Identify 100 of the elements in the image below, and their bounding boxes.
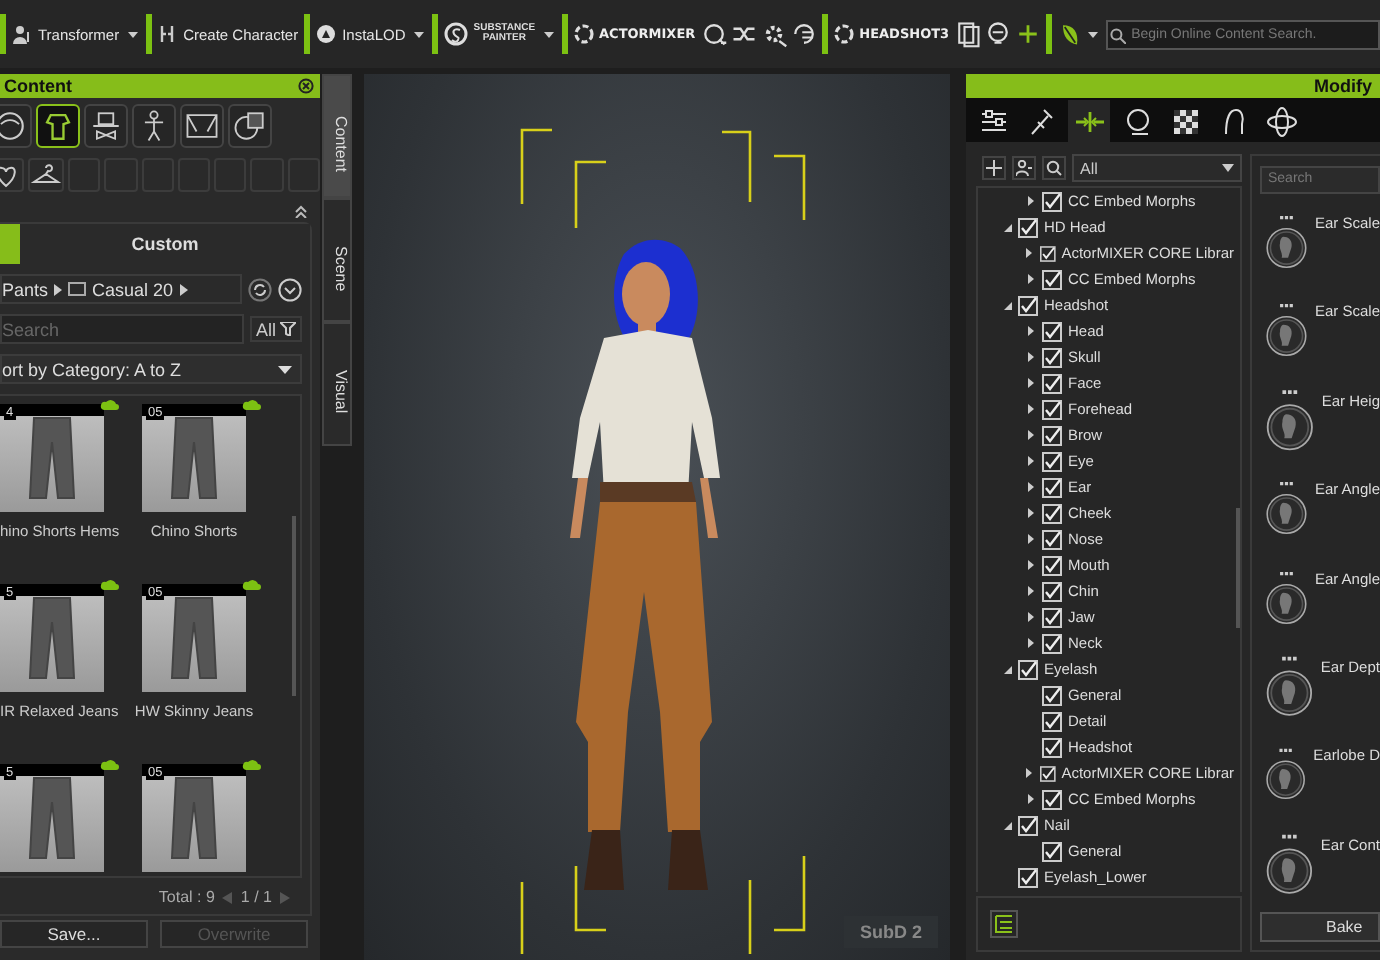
subdivision-badge: SubD 2 [843, 916, 938, 948]
checkbox[interactable] [1018, 217, 1038, 237]
toolbar-icon-button[interactable] [953, 20, 982, 48]
tool-button[interactable] [1012, 156, 1036, 180]
checkbox[interactable] [1018, 867, 1038, 887]
collapsed-arrow-icon[interactable] [1028, 430, 1034, 440]
side-tab[interactable]: Visual [322, 322, 352, 446]
checkbox[interactable] [1018, 295, 1038, 315]
filter-button[interactable]: All [249, 316, 302, 342]
checkbox[interactable] [1042, 321, 1062, 341]
breadcrumb-item[interactable]: Casual 20 [92, 279, 174, 299]
panel-icon [953, 20, 982, 48]
checkbox[interactable] [1042, 685, 1062, 705]
collapsed-arrow-icon[interactable] [1028, 612, 1034, 622]
expanded-arrow-icon[interactable] [1003, 301, 1011, 309]
scrollbar-thumb[interactable] [292, 516, 296, 696]
app-icon [316, 24, 337, 44]
triangle-icon [54, 283, 63, 295]
collapsed-arrow-icon[interactable] [1028, 794, 1034, 804]
side-tab[interactable]: Content [322, 74, 352, 198]
scrollbar-thumb[interactable] [1235, 508, 1239, 628]
toolbar-icon-button[interactable] [699, 20, 728, 48]
cloud-icon [242, 398, 262, 410]
checkbox[interactable] [1042, 451, 1062, 471]
collapsed-arrow-icon[interactable] [1028, 560, 1034, 570]
pants-drawing [26, 414, 78, 502]
add-button[interactable] [982, 156, 1006, 180]
modify-tab[interactable] [1068, 100, 1110, 142]
folder-icon [68, 282, 87, 296]
checkbox[interactable] [1039, 243, 1056, 263]
collapsed-arrow-icon[interactable] [1028, 508, 1034, 518]
collapsed-arrow-icon[interactable] [1028, 196, 1034, 206]
dropdown-arrow-icon [1222, 164, 1234, 172]
search-button[interactable] [1042, 156, 1066, 180]
checkbox[interactable] [1042, 633, 1062, 653]
checkbox[interactable] [1042, 269, 1062, 289]
app-icon [12, 24, 32, 44]
pants-drawing [168, 594, 220, 682]
category-slot[interactable] [28, 158, 64, 192]
person-icon [1016, 160, 1032, 176]
pants-drawing [26, 594, 78, 682]
hierarchy-button[interactable] [990, 910, 1018, 938]
breadcrumb-item[interactable]: Pants [2, 279, 49, 299]
pants-drawing [168, 774, 220, 862]
checkbox[interactable] [1042, 789, 1062, 809]
collapse-icon[interactable] [294, 204, 308, 218]
logo-icon [833, 24, 854, 44]
checkbox[interactable] [1042, 399, 1062, 419]
checkbox[interactable] [1042, 581, 1062, 601]
plus-icon [986, 160, 1002, 176]
checkbox[interactable] [1018, 815, 1038, 835]
search-icon [1109, 27, 1126, 43]
checkbox[interactable] [1042, 529, 1062, 549]
checkbox[interactable] [1042, 737, 1062, 757]
collapsed-arrow-icon[interactable] [1026, 768, 1033, 778]
filter-dropdown[interactable]: All [1072, 154, 1242, 182]
cloud-icon [242, 578, 262, 590]
expanded-arrow-icon[interactable] [1003, 821, 1011, 829]
checkbox[interactable] [1042, 425, 1062, 445]
pants-drawing [168, 414, 220, 502]
side-tab[interactable]: Scene [322, 198, 352, 322]
panel-button[interactable]: Save... [0, 920, 148, 948]
close-icon[interactable] [298, 78, 314, 94]
search-field[interactable]: Search [0, 314, 244, 344]
checkbox[interactable] [1042, 711, 1062, 731]
checkbox[interactable] [1042, 555, 1062, 575]
checkbox[interactable] [1042, 503, 1062, 523]
hierarchy-icon [994, 914, 1014, 934]
checkbox[interactable] [1042, 607, 1062, 627]
category-tab[interactable] [36, 104, 80, 148]
collapsed-arrow-icon[interactable] [1028, 326, 1034, 336]
collapsed-arrow-icon[interactable] [1028, 404, 1034, 414]
checkbox[interactable] [1042, 347, 1062, 367]
checkbox[interactable] [1042, 841, 1062, 861]
bake-button[interactable]: Bake [1260, 912, 1380, 943]
checkbox[interactable] [1042, 191, 1062, 211]
collapsed-arrow-icon[interactable] [1028, 378, 1034, 388]
checkbox[interactable] [1042, 477, 1062, 497]
checkbox[interactable] [1018, 659, 1038, 679]
collapsed-arrow-icon[interactable] [1028, 482, 1034, 492]
search-icon [1046, 160, 1062, 176]
collapsed-arrow-icon[interactable] [1028, 534, 1034, 544]
search-plus-icon [699, 20, 728, 48]
expanded-arrow-icon[interactable] [1003, 223, 1011, 231]
cloud-icon [100, 758, 120, 770]
expand-icon[interactable] [278, 277, 302, 301]
collapsed-arrow-icon[interactable] [1028, 274, 1034, 284]
empty-slot [287, 158, 320, 192]
collapsed-arrow-icon[interactable] [1028, 352, 1034, 362]
category-tab[interactable] [132, 104, 176, 148]
collapsed-arrow-icon[interactable] [1028, 638, 1034, 648]
page-number: 1 / 1 [240, 888, 272, 906]
collapsed-arrow-icon[interactable] [1028, 586, 1034, 596]
checkbox[interactable] [1042, 373, 1062, 393]
sort-dropdown[interactable]: ort by Category: A to Z [0, 354, 302, 384]
collapsed-arrow-icon[interactable] [1026, 248, 1033, 258]
collapsed-arrow-icon[interactable] [1028, 456, 1034, 466]
checkbox[interactable] [1039, 763, 1056, 783]
expanded-arrow-icon[interactable] [1003, 665, 1011, 673]
cloud-icon [100, 398, 120, 410]
